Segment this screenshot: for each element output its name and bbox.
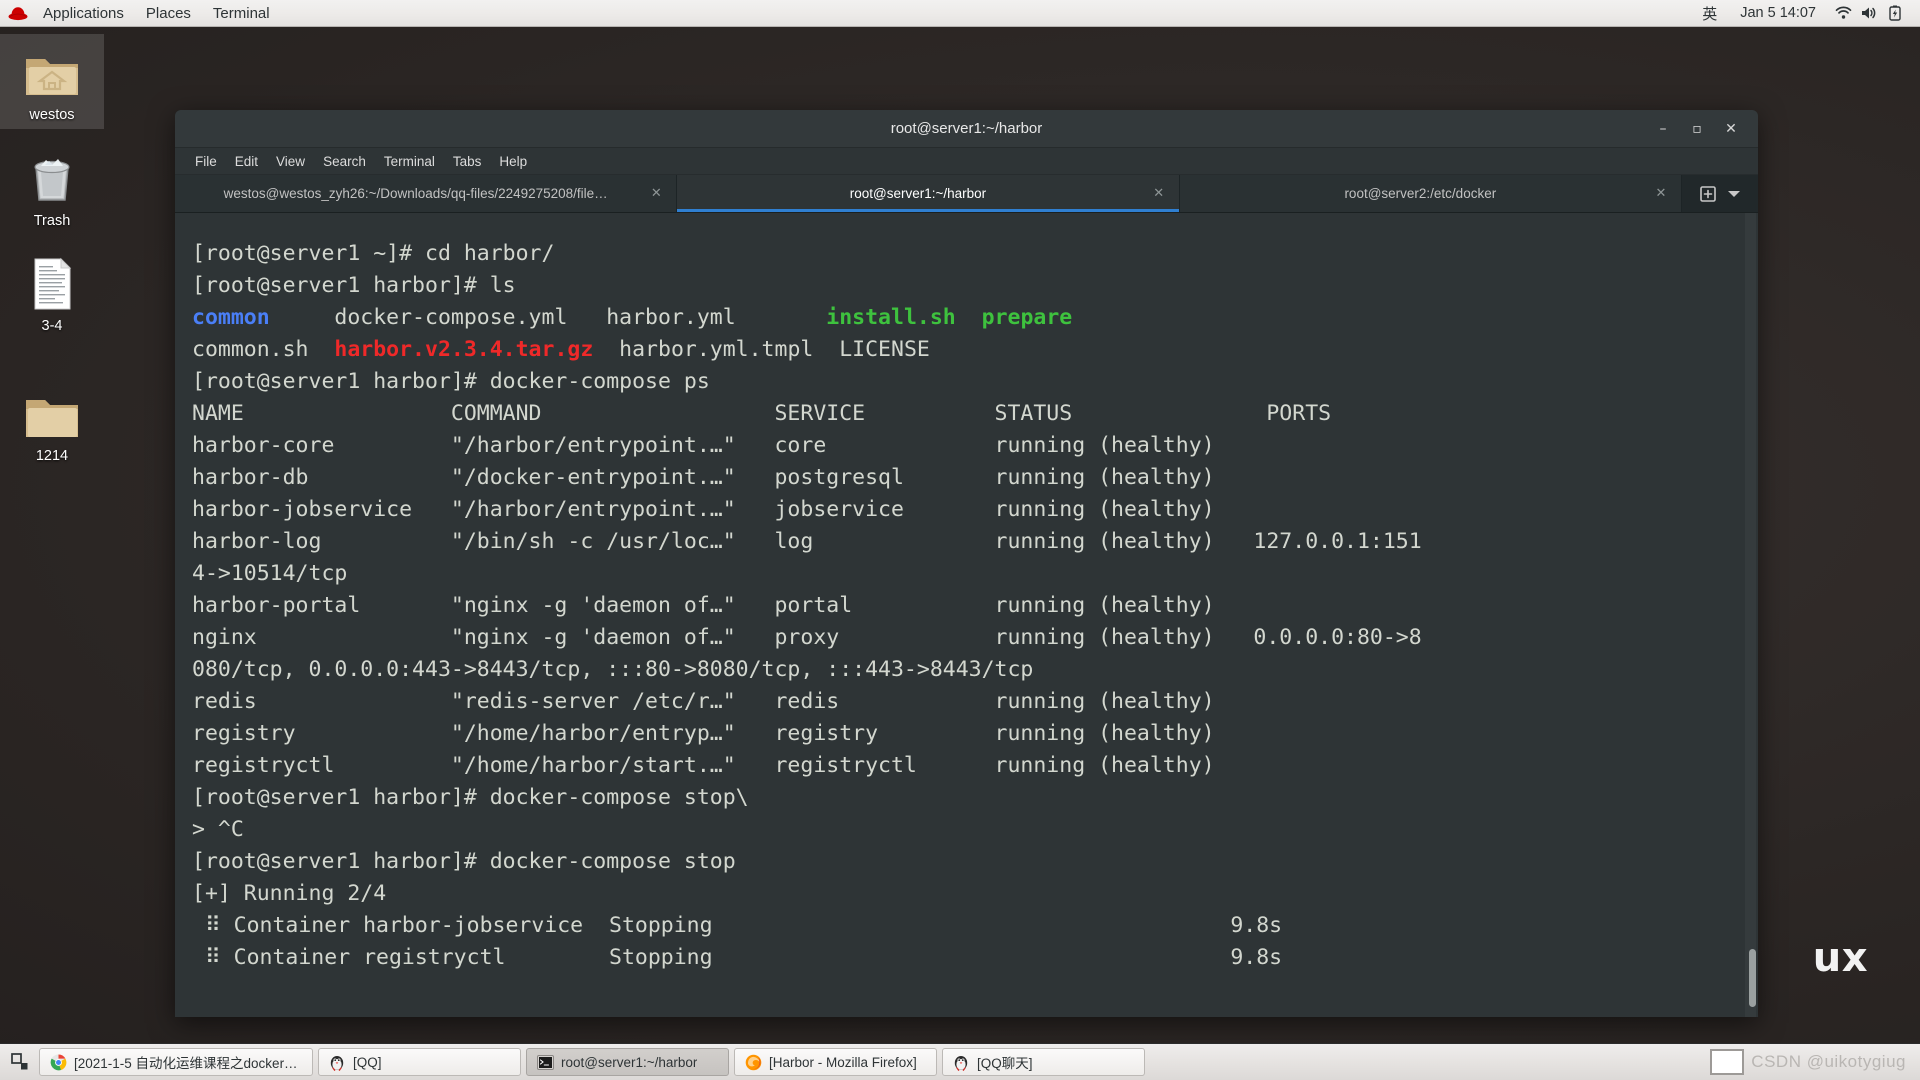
terminal-line: [root@server1 harbor]# docker-compose ps: [192, 369, 710, 394]
terminal-line: harbor-core "/harbor/entrypoint.…" core …: [192, 433, 1215, 458]
menu-help[interactable]: Help: [490, 148, 536, 174]
tab-root-server2-etc-docker[interactable]: root@server2:/etc/docker ✕: [1179, 175, 1682, 212]
taskbar: [2021-1-5 自动化运维课程之docker… [QQ] root@serv: [0, 1043, 1920, 1080]
clock[interactable]: Jan 5 14:07: [1726, 5, 1830, 21]
taskbar-button-label: [QQ]: [353, 1054, 382, 1070]
terminal-line: > ^C: [192, 817, 244, 842]
maximize-button[interactable]: ▫: [1682, 116, 1712, 142]
tab-root-server1-harbor[interactable]: root@server1:~/harbor ✕: [677, 175, 1180, 212]
terminal-line: ⠿ Container registryctl Stopping 9.8s: [192, 945, 1283, 970]
taskbar-button-chrome[interactable]: [2021-1-5 自动化运维课程之docker…: [39, 1048, 313, 1076]
menu-places[interactable]: Places: [135, 0, 202, 26]
chevron-down-icon[interactable]: [1727, 189, 1741, 199]
minimize-button[interactable]: –: [1648, 116, 1678, 142]
desktop-icon-westos[interactable]: westos: [0, 34, 104, 129]
firefox-icon: [744, 1053, 762, 1071]
tab-label: westos@westos_zyh26:~/Downloads/qq-files…: [223, 186, 608, 201]
menu-search[interactable]: Search: [314, 148, 375, 174]
terminal-line: [root@server1 harbor]# docker-compose st…: [192, 849, 736, 874]
terminal-line: NAME COMMAND SERVICE STATUS PORTS: [192, 401, 1332, 426]
desktop-icon-label: 1214: [35, 448, 69, 464]
wifi-icon[interactable]: [1830, 0, 1856, 26]
tab-label: root@server2:/etc/docker: [1344, 186, 1497, 201]
terminal-line: [root@server1 harbor]# ls: [192, 273, 516, 298]
taskbar-button-terminal[interactable]: root@server1:~/harbor: [526, 1048, 729, 1076]
terminal-window[interactable]: root@server1:~/harbor – ▫ ✕ File Edit Vi…: [175, 110, 1758, 1017]
menu-tabs[interactable]: Tabs: [444, 148, 491, 174]
home-folder-icon: [21, 44, 83, 100]
terminal-line: [+] Running 2/4: [192, 881, 387, 906]
terminal-line: harbor-log "/bin/sh -c /usr/loc…" log ru…: [192, 529, 1422, 554]
terminal-scrollbar-track[interactable]: [1745, 213, 1756, 1017]
terminal-line: registry "/home/harbor/entryp…" registry…: [192, 721, 1215, 746]
desktop-background: ux westos Trash 3-4 1214 root@server1:~/…: [0, 0, 1920, 1080]
terminal-line: 4->10514/tcp: [192, 561, 348, 586]
document-icon: [21, 255, 83, 311]
terminal-line: harbor-db "/docker-entrypoint.…" postgre…: [192, 465, 1215, 490]
menu-applications[interactable]: Applications: [32, 0, 135, 26]
qq-penguin-icon: [328, 1053, 346, 1071]
taskbar-button-label: root@server1:~/harbor: [561, 1054, 698, 1070]
terminal-line: common.sh harbor.v2.3.4.tar.gz harbor.ym…: [192, 337, 930, 362]
trash-icon: [21, 150, 83, 206]
qq-penguin-icon: [952, 1053, 970, 1071]
terminal-line: common docker-compose.yml harbor.yml ins…: [192, 305, 1073, 330]
input-method-indicator[interactable]: 英: [1693, 3, 1726, 24]
terminal-line: 080/tcp, 0.0.0.0:443->8443/tcp, :::80->8…: [192, 657, 1034, 682]
chrome-icon: [49, 1053, 67, 1071]
tab-label: root@server1:~/harbor: [849, 186, 987, 201]
terminal-line: nginx "nginx -g 'daemon of…" proxy runni…: [192, 625, 1422, 650]
terminal-tab-bar: westos@westos_zyh26:~/Downloads/qq-files…: [175, 175, 1758, 213]
desktop-icon-1214[interactable]: 1214: [0, 375, 104, 470]
new-tab-icon[interactable]: [1699, 185, 1717, 203]
tab-downloads-qq-files[interactable]: westos@westos_zyh26:~/Downloads/qq-files…: [175, 175, 678, 212]
menu-terminal[interactable]: Terminal: [202, 0, 281, 26]
terminal-scrollbar-thumb[interactable]: [1749, 949, 1756, 1007]
redhat-logo-icon: [6, 2, 30, 24]
terminal-line: [root@server1 ~]# cd harbor/: [192, 241, 555, 266]
tab-close-icon[interactable]: ✕: [646, 186, 666, 201]
terminal-line: harbor-portal "nginx -g 'daemon of…" por…: [192, 593, 1215, 618]
menu-edit[interactable]: Edit: [226, 148, 267, 174]
desktop-icon-label: Trash: [33, 213, 71, 229]
white-box-icon[interactable]: [1710, 1049, 1745, 1075]
terminal-menu-bar: File Edit View Search Terminal Tabs Help: [175, 148, 1758, 175]
taskbar-tray: CSDN @uikotygiug: [1710, 1049, 1914, 1075]
desktop-icon-label: westos: [29, 107, 75, 123]
close-button[interactable]: ✕: [1716, 116, 1746, 142]
taskbar-button-label: [QQ聊天]: [977, 1056, 1033, 1071]
menu-terminal[interactable]: Terminal: [375, 148, 444, 174]
wallpaper-text: ux: [1812, 935, 1868, 981]
tab-close-icon[interactable]: ✕: [1651, 186, 1671, 201]
battery-icon[interactable]: [1882, 0, 1908, 26]
terminal-line: registryctl "/home/harbor/start.…" regis…: [192, 753, 1215, 778]
taskbar-button-qq-chat[interactable]: [QQ聊天]: [942, 1048, 1145, 1076]
show-desktop-icon[interactable]: [6, 1048, 34, 1076]
terminal-line: [root@server1 harbor]# docker-compose st…: [192, 785, 749, 810]
menu-file[interactable]: File: [186, 148, 226, 174]
desktop-icon-3-4[interactable]: 3-4: [0, 245, 104, 340]
terminal-icon: [536, 1053, 554, 1071]
taskbar-button-label: [2021-1-5 自动化运维课程之docker…: [74, 1056, 298, 1071]
watermark: CSDN @uikotygiug: [1751, 1052, 1906, 1071]
terminal-title-bar[interactable]: root@server1:~/harbor – ▫ ✕: [175, 110, 1758, 148]
terminal-text: [root@server1 ~]# cd harbor/ [root@server…: [175, 238, 1758, 974]
tab-close-icon[interactable]: ✕: [1149, 186, 1169, 201]
terminal-output-area[interactable]: [root@server1 ~]# cd harbor/ [root@server…: [175, 213, 1758, 1017]
tab-bar-extras: [1681, 175, 1758, 212]
menu-view[interactable]: View: [267, 148, 314, 174]
folder-icon: [21, 385, 83, 441]
volume-icon[interactable]: [1856, 0, 1882, 26]
desktop-icon-label: 3-4: [41, 318, 63, 334]
top-panel: Applications Places Terminal 英 Jan 5 14:…: [0, 0, 1920, 27]
terminal-line: harbor-jobservice "/harbor/entrypoint.…"…: [192, 497, 1215, 522]
terminal-line: ⠿ Container harbor-jobservice Stopping 9…: [192, 913, 1283, 938]
taskbar-button-label: [Harbor - Mozilla Firefox]: [769, 1054, 917, 1070]
desktop-icon-trash[interactable]: Trash: [0, 140, 104, 235]
window-title: root@server1:~/harbor: [890, 120, 1043, 137]
terminal-line: redis "redis-server /etc/r…" redis runni…: [192, 689, 1215, 714]
taskbar-button-qq[interactable]: [QQ]: [318, 1048, 521, 1076]
taskbar-button-firefox[interactable]: [Harbor - Mozilla Firefox]: [734, 1048, 937, 1076]
